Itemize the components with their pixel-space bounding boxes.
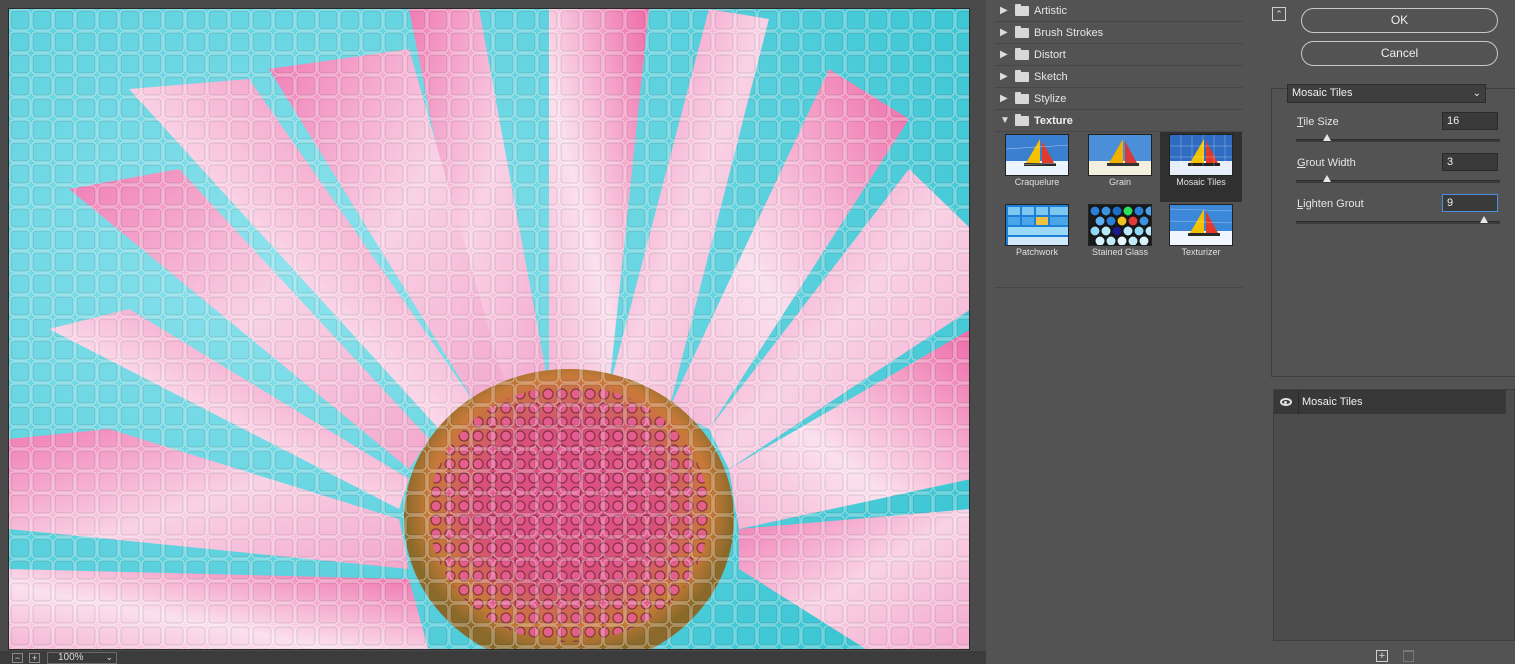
filter-thumb-label: Grain bbox=[1108, 177, 1131, 187]
settings-panel: ⌃ OK Cancel Mosaic Tiles ⌄ Tile Size 16 … bbox=[1253, 0, 1515, 664]
category-stylize[interactable]: ▶ Stylize bbox=[995, 88, 1243, 110]
zoom-out-button[interactable]: − bbox=[12, 653, 23, 663]
open-folder-icon bbox=[1015, 114, 1029, 126]
flower-image bbox=[9, 9, 969, 649]
chevron-down-icon: ⌄ bbox=[1472, 88, 1481, 99]
tile-size-slider-thumb[interactable] bbox=[1322, 134, 1331, 141]
filter-gallery-window: − + 100% ⌄ ▶ Artistic ▶ Brush Strokes ▶ … bbox=[0, 0, 1515, 664]
category-distort[interactable]: ▶ Distort bbox=[995, 44, 1243, 66]
category-label: Artistic bbox=[1034, 5, 1067, 17]
chevron-down-icon: ⌄ bbox=[105, 652, 113, 662]
cancel-button[interactable]: Cancel bbox=[1301, 41, 1498, 66]
trash-icon bbox=[1403, 650, 1414, 662]
filter-thumb-label: Craquelure bbox=[1014, 177, 1060, 187]
filter-preview-image bbox=[1088, 204, 1152, 246]
collapse-button[interactable]: ⌃ bbox=[1272, 7, 1286, 21]
category-label: Sketch bbox=[1034, 71, 1068, 83]
folder-icon bbox=[1015, 26, 1029, 38]
zoom-value: 100% bbox=[58, 652, 84, 663]
filter-thumb-stained-glass[interactable]: Stained Glass bbox=[1079, 202, 1161, 272]
triangle-right-icon: ▶ bbox=[1000, 27, 1008, 38]
folder-icon bbox=[1015, 4, 1029, 16]
filter-select-value: Mosaic Tiles bbox=[1292, 87, 1353, 99]
folder-icon bbox=[1015, 70, 1029, 82]
filter-preview-image bbox=[1088, 134, 1152, 176]
eye-icon[interactable] bbox=[1280, 398, 1292, 406]
filter-thumb-label: Patchwork bbox=[1015, 247, 1059, 257]
lighten-grout-input[interactable]: 9 bbox=[1442, 194, 1498, 212]
filter-thumb-label: Mosaic Tiles bbox=[1176, 177, 1226, 187]
category-artistic[interactable]: ▶ Artistic bbox=[995, 0, 1243, 22]
lighten-grout-slider[interactable] bbox=[1296, 221, 1500, 224]
filter-thumb-patchwork[interactable]: Patchwork bbox=[996, 202, 1078, 272]
filter-gallery-panel: ▶ Artistic ▶ Brush Strokes ▶ Distort ▶ S… bbox=[995, 0, 1243, 664]
plus-square-icon: + bbox=[31, 653, 38, 663]
lighten-grout-slider-thumb[interactable] bbox=[1479, 216, 1488, 223]
filter-thumb-label: Texturizer bbox=[1181, 247, 1221, 257]
filter-thumb-mosaic-tiles[interactable]: Mosaic Tiles bbox=[1160, 132, 1242, 202]
preview-pane: − + 100% ⌄ bbox=[0, 0, 986, 664]
triangle-right-icon: ▶ bbox=[1000, 49, 1008, 60]
effect-layer-name: Mosaic Tiles bbox=[1302, 396, 1363, 408]
tile-size-input[interactable]: 16 bbox=[1442, 112, 1498, 130]
filter-thumb-grain[interactable]: Grain bbox=[1079, 132, 1161, 202]
preview-scrollbar[interactable] bbox=[972, 0, 986, 651]
triangle-down-icon: ▼ bbox=[1000, 115, 1010, 126]
category-label: Stylize bbox=[1034, 93, 1067, 105]
new-layer-icon[interactable]: + bbox=[1376, 650, 1388, 662]
filter-preview-image bbox=[1169, 204, 1233, 246]
grout-width-label: Grout Width bbox=[1297, 157, 1356, 169]
triangle-right-icon: ▶ bbox=[1000, 5, 1008, 16]
category-label: Distort bbox=[1034, 49, 1066, 61]
lighten-grout-label: Lighten Grout bbox=[1297, 198, 1364, 210]
grout-width-slider-thumb[interactable] bbox=[1322, 175, 1331, 182]
zoom-select[interactable]: 100% ⌄ bbox=[47, 652, 117, 664]
category-label: Texture bbox=[1034, 115, 1073, 127]
folder-icon bbox=[1015, 48, 1029, 60]
preview-image[interactable] bbox=[8, 8, 970, 650]
double-chevron-up-icon: ⌃ bbox=[1275, 9, 1283, 19]
folder-icon bbox=[1015, 92, 1029, 104]
category-label: Brush Strokes bbox=[1034, 27, 1104, 39]
filter-thumb-craquelure[interactable]: Craquelure bbox=[996, 132, 1078, 202]
status-bar: − + 100% ⌄ bbox=[0, 651, 986, 664]
tile-size-label: Tile Size bbox=[1297, 116, 1339, 128]
filter-preview-image bbox=[1005, 134, 1069, 176]
texture-thumbnails: Craquelure Grain Mosaic Tiles Patchwork Stai… bbox=[995, 132, 1243, 288]
zoom-in-button[interactable]: + bbox=[29, 653, 40, 663]
filter-select[interactable]: Mosaic Tiles ⌄ bbox=[1287, 84, 1486, 103]
ok-button[interactable]: OK bbox=[1301, 8, 1498, 33]
triangle-right-icon: ▶ bbox=[1000, 71, 1008, 82]
category-sketch[interactable]: ▶ Sketch bbox=[995, 66, 1243, 88]
category-texture[interactable]: ▼ Texture bbox=[995, 110, 1243, 132]
filter-preview-image bbox=[1005, 204, 1069, 246]
grout-width-input[interactable]: 3 bbox=[1442, 153, 1498, 171]
minus-square-icon: − bbox=[14, 653, 21, 663]
effect-layer-row[interactable]: Mosaic Tiles bbox=[1274, 390, 1506, 414]
effect-layers-list: Mosaic Tiles bbox=[1273, 389, 1515, 641]
filter-thumb-label: Stained Glass bbox=[1091, 247, 1149, 257]
filter-preview-image bbox=[1169, 134, 1233, 176]
filter-settings-box bbox=[1271, 88, 1515, 377]
category-brush-strokes[interactable]: ▶ Brush Strokes bbox=[995, 22, 1243, 44]
filter-thumb-texturizer[interactable]: Texturizer bbox=[1160, 202, 1242, 272]
triangle-right-icon: ▶ bbox=[1000, 93, 1008, 104]
divider bbox=[1298, 390, 1299, 414]
